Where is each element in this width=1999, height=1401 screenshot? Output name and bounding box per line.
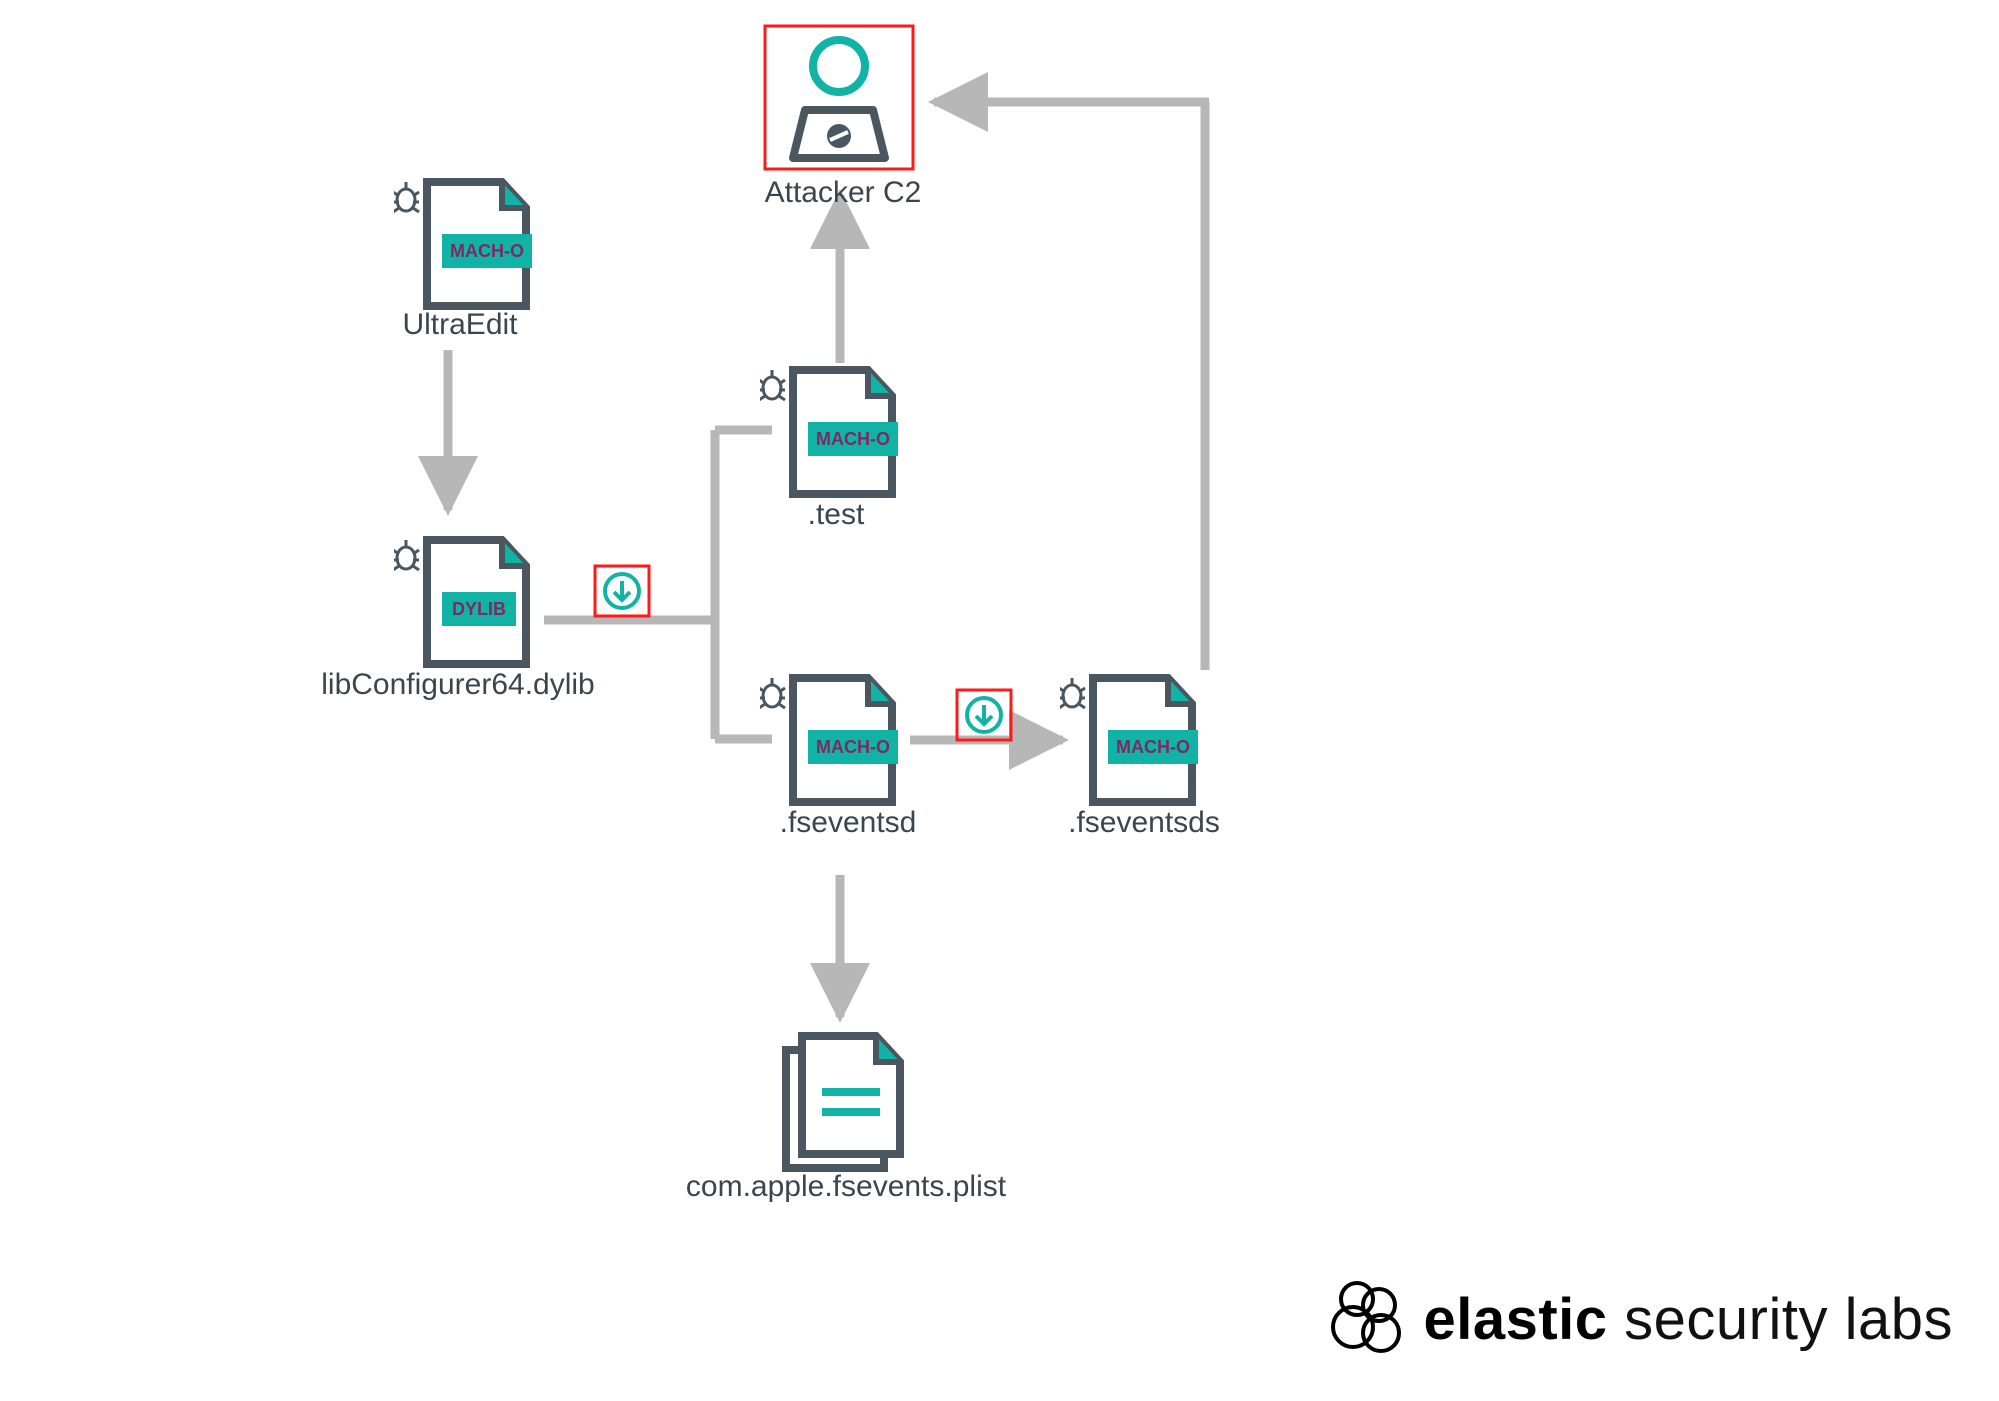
libconfigurer-label: libConfigurer64.dylib (308, 668, 608, 702)
attacker-c2-label: Attacker C2 (758, 176, 928, 210)
fseventsd-label: .fseventsd (768, 806, 928, 840)
elastic-security-labs-brand: elastic security labs (1325, 1277, 1953, 1361)
libconfigurer-file-icon: DYLIB (394, 534, 534, 674)
brand-bold: elastic (1423, 1287, 1607, 1352)
plist-label: com.apple.fsevents.plist (656, 1170, 1036, 1204)
file-badge-text: MACH-O (816, 737, 890, 757)
test-file-icon: MACH-O (760, 364, 900, 504)
brand-thin: security labs (1624, 1287, 1953, 1352)
ultraedit-label: UltraEdit (380, 308, 540, 342)
diagram-canvas: Attacker C2 MACH-O UltraEdit (0, 0, 1999, 1401)
fseventsd-file-icon: MACH-O (760, 672, 900, 812)
test-label: .test (776, 498, 896, 532)
file-badge-text: MACH-O (450, 241, 524, 261)
file-badge-text: MACH-O (816, 429, 890, 449)
ultraedit-file-icon: MACH-O (394, 176, 534, 316)
attacker-c2-icon (763, 24, 917, 172)
fseventsds-file-icon: MACH-O (1060, 672, 1200, 812)
file-badge-text: DYLIB (452, 599, 506, 619)
elastic-logo-icon (1325, 1277, 1409, 1361)
fseventsds-label: .fseventsds (1054, 806, 1234, 840)
download-icon (955, 688, 1013, 742)
plist-file-icon (776, 1032, 906, 1172)
file-badge-text: MACH-O (1116, 737, 1190, 757)
download-icon (593, 564, 651, 618)
